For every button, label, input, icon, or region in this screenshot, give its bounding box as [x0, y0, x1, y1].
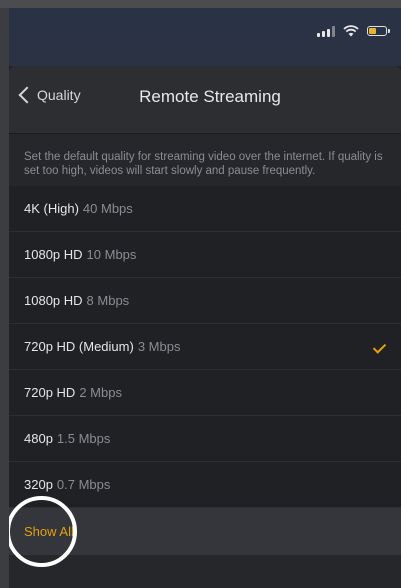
option-name: 1080p HD [24, 247, 83, 262]
option-name: 720p HD (Medium) [24, 339, 134, 354]
page-title: Remote Streaming [139, 87, 281, 106]
wifi-icon [343, 25, 359, 37]
option-rate: 40 Mbps [82, 201, 133, 216]
description-text: Set the default quality for streaming vi… [9, 134, 401, 186]
quality-option-720p-medium[interactable]: 720p HD (Medium) 3 Mbps [9, 324, 401, 370]
show-all-button[interactable]: Show All [9, 496, 401, 567]
battery-charging-icon [367, 26, 390, 36]
checkmark-icon [372, 340, 387, 354]
battery-level [369, 28, 377, 34]
device-frame: Quality Remote Streaming Set the default… [0, 0, 401, 588]
option-rate: 2 Mbps [79, 385, 122, 400]
option-name: 320p [24, 477, 53, 492]
option-rate: 10 Mbps [86, 247, 137, 262]
screen: Quality Remote Streaming Set the default… [9, 8, 401, 588]
settings-sheet: Quality Remote Streaming Set the default… [9, 66, 401, 588]
navigation-bar: Quality Remote Streaming [9, 66, 401, 134]
option-name: 4K (High) [24, 201, 79, 216]
quality-option-4k[interactable]: 4K (High) 40 Mbps [9, 186, 401, 232]
quality-option-480p[interactable]: 480p 1.5 Mbps [9, 416, 401, 462]
option-name: 480p [24, 431, 53, 446]
status-bar [9, 8, 401, 66]
quality-options-list: 4K (High) 40 Mbps 1080p HD 10 Mbps 1080p… [9, 186, 401, 508]
quality-option-1080p-8[interactable]: 1080p HD 8 Mbps [9, 278, 401, 324]
quality-option-1080p-10[interactable]: 1080p HD 10 Mbps [9, 232, 401, 278]
highlight-annotation-circle [9, 496, 77, 567]
option-rate: 0.7 Mbps [56, 477, 111, 492]
status-icons [317, 25, 390, 37]
option-name: 1080p HD [24, 293, 83, 308]
signal-icon [317, 25, 335, 37]
device-bezel [0, 0, 401, 8]
option-rate: 8 Mbps [86, 293, 130, 308]
quality-option-320p[interactable]: 320p 0.7 Mbps [9, 462, 401, 508]
option-rate: 3 Mbps [137, 339, 181, 354]
quality-option-720p-2[interactable]: 720p HD 2 Mbps [9, 370, 401, 416]
option-rate: 1.5 Mbps [56, 431, 111, 446]
option-name: 720p HD [24, 385, 76, 400]
